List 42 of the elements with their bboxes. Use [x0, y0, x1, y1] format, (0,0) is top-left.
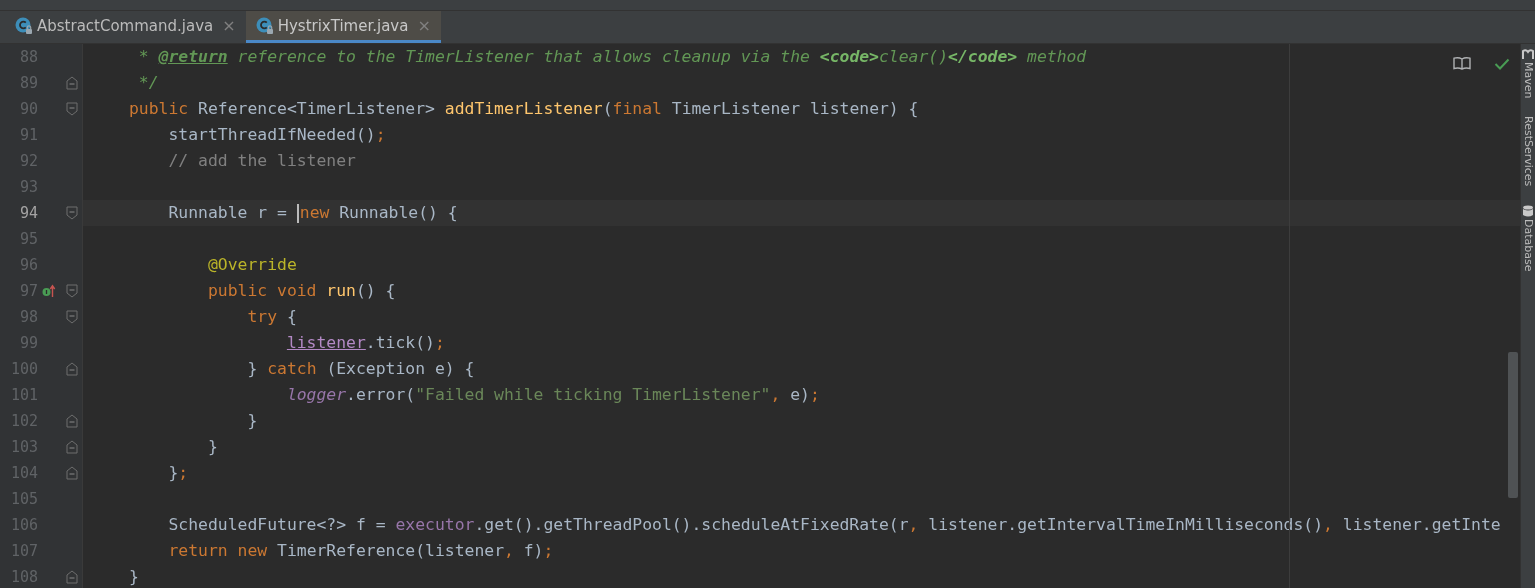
scrollbar-thumb[interactable]: [1508, 352, 1518, 498]
code-line: logger.error("Failed while ticking TimerListener", e);: [286, 385, 820, 405]
code-line: @Override: [207, 255, 297, 275]
fold-icon[interactable]: [65, 284, 78, 298]
code-line: }: [247, 411, 258, 431]
fold-icon[interactable]: [65, 310, 78, 324]
tool-window-button[interactable]: Maven: [1521, 48, 1535, 99]
code-line: // add the listener: [168, 151, 356, 171]
class-icon: [255, 16, 274, 35]
code-line: ScheduledFuture<?> f = executor.get().getThreadPool().scheduleAtFixedRate(r, listener.getIntervalTimeInMilliseconds(), listener.getInte: [168, 515, 1501, 535]
fold-icon[interactable]: [65, 414, 78, 428]
code-line: }: [207, 437, 218, 457]
line-number: 94: [18, 203, 38, 223]
fold-icon[interactable]: [65, 440, 78, 454]
maven-icon: [1522, 48, 1534, 60]
code-line: listener.tick();: [286, 333, 445, 353]
code-line: try {: [247, 307, 297, 327]
code-line: return new TimerReference(listener, f);: [168, 541, 554, 561]
fold-icon[interactable]: [65, 102, 78, 116]
fold-icon[interactable]: [65, 466, 78, 480]
code-line: }: [129, 567, 139, 587]
reader-mode-icon[interactable]: [1453, 56, 1471, 70]
code-line: public void run() {: [207, 281, 396, 301]
code-line: * @return reference to the TimerListener that allows cleanup via the <code>clear()</code> method: [137, 47, 1087, 67]
fold-icon[interactable]: [65, 362, 78, 376]
code-line: startThreadIfNeeded();: [168, 125, 386, 145]
code-line: Runnable r = new Runnable() {: [168, 203, 458, 223]
tool-window-button[interactable]: Database: [1521, 204, 1535, 272]
fold-icon[interactable]: [65, 206, 78, 220]
class-icon: [15, 16, 33, 35]
editor-tab[interactable]: AbstractCommand.java ×: [5, 11, 246, 43]
code-line: };: [168, 463, 189, 483]
code-line: */: [137, 73, 159, 93]
editor-tab[interactable]: HystrixTimer.java ×: [245, 11, 441, 43]
code-line: } catch (Exception e) {: [247, 359, 475, 379]
database-icon: [1522, 204, 1534, 217]
tool-window-button[interactable]: RestServices: [1521, 116, 1535, 187]
check-icon[interactable]: [1494, 58, 1510, 70]
fold-icon[interactable]: [65, 76, 78, 90]
fold-icon[interactable]: [65, 570, 78, 584]
code-line: public Reference<TimerListener> addTimerListener(final TimerListener listener) {: [129, 99, 919, 119]
override-icon[interactable]: [42, 284, 56, 298]
